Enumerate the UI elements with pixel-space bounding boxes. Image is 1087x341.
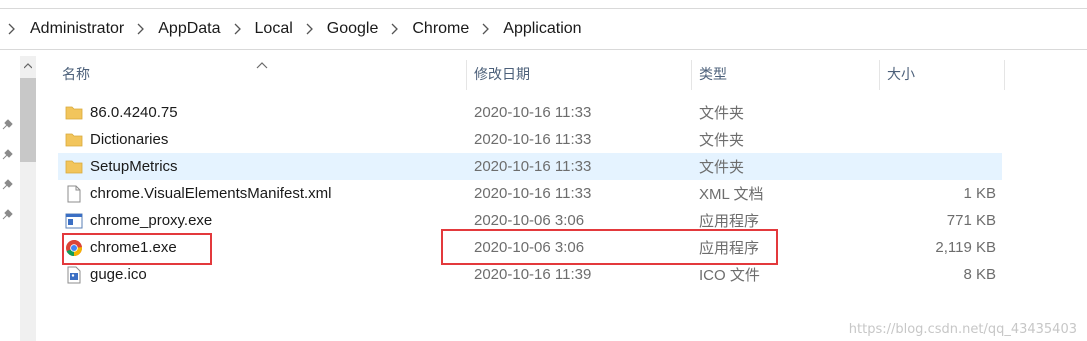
breadcrumb-item-local[interactable]: Local: [249, 20, 299, 38]
file-date: 2020-10-16 11:33: [474, 185, 592, 202]
file-size: 1 KB: [963, 185, 996, 202]
breadcrumb-item-chrome[interactable]: Chrome: [406, 20, 475, 38]
breadcrumb: Administrator AppData Local Google Chrom…: [0, 9, 588, 49]
file-size: 2,119 KB: [935, 239, 996, 256]
file-name: SetupMetrics: [90, 158, 178, 175]
folder-icon: [64, 157, 84, 177]
navigation-pane: [0, 56, 38, 341]
breadcrumb-item-appdata[interactable]: AppData: [152, 20, 226, 38]
file-name: guge.ico: [90, 266, 147, 283]
sort-ascending-icon: [256, 56, 268, 69]
chevron-right-icon[interactable]: [475, 9, 497, 49]
file-row-86-0-4240-75[interactable]: 86.0.4240.75 2020-10-16 11:33 文件夹: [58, 99, 1002, 126]
file-size: 8 KB: [963, 266, 996, 283]
pin-icon[interactable]: [0, 148, 14, 162]
file-row-visualelementsmanifest[interactable]: chrome.VisualElementsManifest.xml 2020-1…: [58, 180, 1002, 207]
pin-icon[interactable]: [0, 118, 14, 132]
file-type: ICO 文件: [699, 267, 760, 284]
file-row-guge-ico[interactable]: guge.ico 2020-10-16 11:39 ICO 文件 8 KB: [58, 261, 1002, 288]
file-list-scrollbar[interactable]: [1074, 56, 1087, 341]
pin-icon[interactable]: [0, 208, 14, 222]
breadcrumb-item-application[interactable]: Application: [497, 20, 587, 38]
file-date: 2020-10-16 11:33: [474, 158, 592, 175]
breadcrumb-item-google[interactable]: Google: [321, 20, 385, 38]
nav-scrollbar-thumb[interactable]: [20, 78, 36, 162]
folder-icon: [64, 130, 84, 150]
column-header-name[interactable]: 名称: [62, 56, 90, 92]
file-name: Dictionaries: [90, 131, 169, 148]
column-divider[interactable]: [1004, 60, 1005, 90]
folder-icon: [64, 103, 84, 123]
column-header-date[interactable]: 修改日期: [474, 56, 530, 92]
chevron-right-icon[interactable]: [130, 9, 152, 49]
image-file-icon: [64, 265, 84, 285]
file-name: chrome_proxy.exe: [90, 212, 213, 229]
column-header-size[interactable]: 大小: [887, 56, 915, 92]
scroll-up-icon[interactable]: [20, 58, 36, 74]
file-size: 771 KB: [946, 212, 996, 229]
nav-scrollbar[interactable]: [20, 56, 36, 341]
file-date: 2020-10-16 11:33: [474, 131, 592, 148]
column-header-row: 名称 修改日期 类型 大小: [38, 56, 1087, 92]
file-type: 文件夹: [699, 159, 745, 176]
address-bar[interactable]: Administrator AppData Local Google Chrom…: [0, 8, 1087, 50]
file-name: 86.0.4240.75: [90, 104, 178, 121]
column-divider[interactable]: [879, 60, 880, 90]
pin-icon[interactable]: [0, 178, 14, 192]
column-divider[interactable]: [691, 60, 692, 90]
document-icon: [64, 184, 84, 204]
column-divider[interactable]: [466, 60, 467, 90]
watermark: https://blog.csdn.net/qq_43435403: [848, 322, 1077, 337]
application-icon: [64, 211, 84, 231]
chevron-right-icon[interactable]: [227, 9, 249, 49]
file-row-dictionaries[interactable]: Dictionaries 2020-10-16 11:33 文件夹: [58, 126, 1002, 153]
file-date: 2020-10-16 11:33: [474, 104, 592, 121]
chevron-right-icon[interactable]: [0, 9, 24, 49]
file-type: XML 文档: [699, 186, 764, 203]
highlight-box-filename: [62, 233, 212, 265]
chevron-right-icon[interactable]: [384, 9, 406, 49]
chevron-right-icon[interactable]: [299, 9, 321, 49]
column-header-type[interactable]: 类型: [699, 56, 727, 92]
file-date: 2020-10-16 11:39: [474, 266, 592, 283]
breadcrumb-item-administrator[interactable]: Administrator: [24, 20, 130, 38]
file-type: 文件夹: [699, 132, 745, 149]
highlight-box-date-type: [441, 229, 778, 265]
file-row-setupmetrics[interactable]: SetupMetrics 2020-10-16 11:33 文件夹: [58, 153, 1002, 180]
file-name: chrome.VisualElementsManifest.xml: [90, 185, 332, 202]
file-type: 文件夹: [699, 105, 745, 122]
